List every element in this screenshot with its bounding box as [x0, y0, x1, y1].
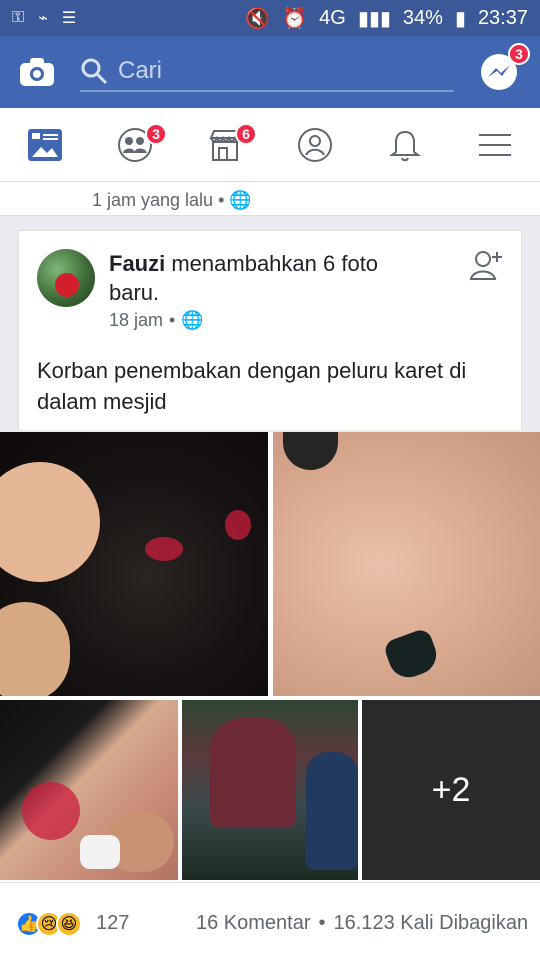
- messenger-button[interactable]: 3: [478, 43, 530, 93]
- finger-shape: [0, 462, 100, 582]
- reaction-bar: 👍 😢 😆 127 16 Komentar • 16.123 Kali Diba…: [0, 882, 540, 960]
- mute-icon: 🔇: [245, 7, 271, 30]
- share-count[interactable]: 16.123 Kali Dibagikan: [334, 912, 529, 935]
- post-caption: Korban penembakan dengan peluru karet di…: [37, 358, 467, 414]
- finger-shape: [0, 602, 70, 696]
- add-friend-button[interactable]: [467, 247, 505, 290]
- post-time[interactable]: 18 jam: [109, 310, 163, 331]
- clock: 23:37: [477, 6, 528, 29]
- engagement-separator: •: [318, 912, 326, 934]
- post-meta: 18 jam • 🌐: [109, 310, 204, 331]
- photo-mosque-crowd[interactable]: [182, 700, 358, 880]
- key-icon: ⚿: [12, 9, 25, 26]
- blood-mark: [225, 510, 251, 540]
- haha-icon: 😆: [56, 911, 82, 937]
- add-friend-icon: [469, 251, 502, 280]
- tab-marketplace[interactable]: 6: [201, 121, 257, 169]
- main-navigation: 3 6: [0, 108, 540, 182]
- more-photos-count: +2: [431, 770, 471, 809]
- blood-mark: [22, 782, 80, 840]
- previous-post-time: 1 jam yang lalu: [92, 190, 214, 210]
- post-separator: •: [169, 310, 176, 330]
- tab-profile[interactable]: [291, 121, 339, 169]
- photo-rubber-bullet[interactable]: [273, 432, 540, 696]
- previous-post-meta: 1 jam yang lalu • 🌐: [0, 182, 540, 216]
- menu-icon: [479, 133, 511, 156]
- cloth-shape: [80, 835, 120, 869]
- engagement-summary: 16 Komentar • 16.123 Kali Dibagikan: [196, 912, 528, 935]
- globe-icon: 🌐: [181, 310, 204, 330]
- tab-notifications[interactable]: [381, 121, 429, 169]
- reaction-count[interactable]: 127: [96, 912, 129, 935]
- profile-icon: [298, 127, 332, 162]
- rubber-bullet: [382, 627, 442, 683]
- more-photos-tile[interactable]: +2: [362, 700, 540, 880]
- camera-icon[interactable]: [18, 56, 56, 88]
- reaction-icons[interactable]: 👍 😢 😆: [16, 911, 82, 937]
- photo-head-wound[interactable]: [0, 432, 268, 696]
- tab-news-feed[interactable]: [21, 121, 69, 169]
- tab-friends[interactable]: 3: [111, 121, 167, 169]
- author-name[interactable]: Fauzi: [109, 251, 165, 276]
- signal-icon: ▮▮▮: [357, 7, 391, 30]
- search-icon: [81, 58, 108, 85]
- photo-grid: +2: [0, 432, 540, 882]
- marketplace-badge: 6: [235, 122, 257, 145]
- alarm-icon: ⏰: [282, 7, 308, 30]
- messenger-badge: 3: [508, 43, 530, 65]
- globe-icon: 🌐: [229, 190, 252, 210]
- blood-mark: [145, 537, 183, 561]
- search-placeholder: Cari: [118, 57, 163, 84]
- facebook-header: Cari 3: [0, 36, 540, 108]
- status-bar: ⚿ ⌁ ☰ 🔇 ⏰ 4G ▮▮▮ 34% ▮ 23:37: [0, 0, 540, 36]
- dark-object: [283, 432, 338, 470]
- friends-badge: 3: [145, 122, 167, 145]
- photo-leg-wound[interactable]: [0, 700, 178, 880]
- list-icon: ☰: [61, 10, 77, 27]
- post-header-text: Fauzi menambahkan 6 foto baru.: [109, 249, 419, 307]
- usb-icon: ⌁: [38, 10, 48, 27]
- tab-menu[interactable]: [471, 121, 519, 169]
- previous-post-separator: •: [218, 190, 225, 210]
- avatar[interactable]: [37, 249, 95, 307]
- search-input[interactable]: Cari: [80, 52, 454, 92]
- status-right-icons: 🔇 ⏰ 4G ▮▮▮ 34% ▮ 23:37: [245, 6, 528, 31]
- battery-icon: ▮: [454, 7, 466, 30]
- battery-text: 34%: [402, 6, 443, 29]
- person-shape: [306, 752, 358, 870]
- post-card: Fauzi menambahkan 6 foto baru. 18 jam • …: [18, 230, 522, 430]
- person-shape: [210, 718, 296, 828]
- news-feed-icon: [28, 128, 62, 161]
- status-left-icons: ⚿ ⌁ ☰: [12, 8, 76, 28]
- comment-count[interactable]: 16 Komentar: [196, 912, 311, 935]
- bell-icon: [389, 130, 421, 161]
- network-type: 4G: [319, 6, 346, 29]
